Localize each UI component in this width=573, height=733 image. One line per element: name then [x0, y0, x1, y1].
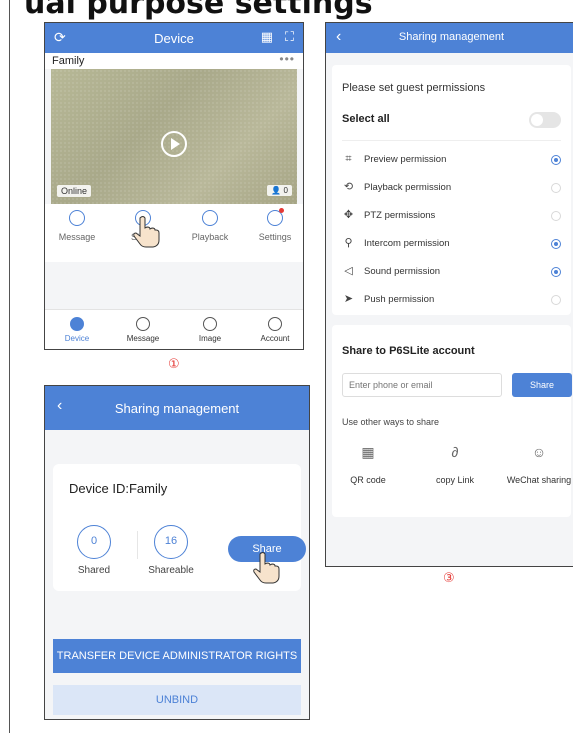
- account-tab-icon: [268, 317, 282, 331]
- wechat-label: WeChat sharing: [506, 475, 572, 485]
- grid-view-icon[interactable]: ▦: [261, 29, 273, 45]
- sharing-management-screen: ‹ Sharing management Device ID:Family 0 …: [44, 385, 310, 720]
- playback-action[interactable]: Playback: [180, 204, 240, 242]
- settings-action[interactable]: Settings: [245, 204, 303, 242]
- share-account-card: Share to P6SLite account Share Use other…: [332, 325, 573, 517]
- speaker-icon: ◁: [344, 265, 353, 277]
- permission-label: Push permission: [364, 294, 435, 305]
- permission-radio[interactable]: [551, 295, 561, 305]
- qr-code-label: QR code: [350, 475, 386, 485]
- tab-account-label: Account: [260, 334, 290, 343]
- device-share-card: Device ID:Family 0 Shared 16 Shareable S…: [53, 464, 306, 591]
- permissions-title: Please set guest permissions: [342, 82, 486, 94]
- tab-message-label: Message: [126, 334, 160, 343]
- device-tab-icon: [70, 317, 84, 331]
- margin-line: [9, 0, 10, 733]
- tab-account[interactable]: Account: [245, 310, 303, 343]
- tap-hand-icon: [253, 552, 280, 584]
- other-ways-label: Use other ways to share: [342, 417, 440, 427]
- permissions-screen: ‹ Sharing management Please set guest pe…: [325, 22, 573, 567]
- divider: [137, 531, 138, 559]
- transfer-admin-button[interactable]: TRANSFER DEVICE ADMINISTRATOR RIGHTS: [53, 639, 301, 673]
- copy-link-option[interactable]: ∂ copy Link: [420, 443, 490, 485]
- permission-radio[interactable]: [551, 211, 561, 221]
- permission-radio[interactable]: [551, 155, 561, 165]
- tab-device-label: Device: [64, 334, 90, 343]
- permission-label: Intercom permission: [364, 238, 450, 249]
- wechat-icon: ☺: [531, 444, 547, 460]
- tap-hand-icon: [133, 216, 160, 248]
- permission-radio[interactable]: [551, 183, 561, 193]
- image-tab-icon: [203, 317, 217, 331]
- camera-actions: Message Share Playback Settings: [45, 204, 303, 262]
- viewer-count-badge: 👤 0: [267, 185, 292, 196]
- preview-icon: ⌗: [345, 153, 352, 165]
- link-icon: ∂: [451, 444, 459, 460]
- select-all-toggle[interactable]: [529, 112, 561, 128]
- microphone-icon: ⚲: [344, 237, 353, 249]
- message-action-label: Message: [58, 232, 96, 242]
- playback-icon: [202, 210, 218, 226]
- tab-image[interactable]: Image: [180, 310, 240, 343]
- permission-label: Playback permission: [364, 182, 452, 193]
- sharing-topbar: ‹ Sharing management: [45, 386, 309, 430]
- qr-code-icon: ▦: [361, 444, 375, 460]
- permission-label: Sound permission: [364, 266, 441, 277]
- online-status-badge: Online: [57, 185, 92, 197]
- step-marker-1: ①: [168, 356, 180, 371]
- ptz-icon: ✥: [343, 209, 354, 221]
- shared-count: 0: [77, 525, 111, 559]
- send-icon: ➤: [343, 293, 354, 305]
- camera-name: Family: [52, 55, 85, 67]
- message-tab-icon: [136, 317, 150, 331]
- device-topbar: ⟳ Device ▦ ⛶: [45, 23, 303, 53]
- camera-preview[interactable]: Online 👤 0: [51, 69, 297, 204]
- device-id: Device ID:Family: [69, 481, 168, 496]
- wechat-option[interactable]: ☺ WeChat sharing: [504, 443, 573, 485]
- copy-link-label: copy Link: [435, 475, 475, 485]
- shareable-count: 16: [154, 525, 188, 559]
- shared-label: Shared: [77, 565, 111, 576]
- tab-message[interactable]: Message: [113, 310, 173, 343]
- page-heading: ual purpose settings: [24, 0, 373, 21]
- device-screen: ⟳ Device ▦ ⛶ Family ••• Online 👤 0 Messa…: [44, 22, 304, 350]
- bottom-tabbar: Device Message Image Account: [45, 309, 303, 349]
- viewer-count: 0: [283, 186, 288, 195]
- playback-icon: ⟲: [343, 181, 354, 193]
- permission-label: PTZ permissions: [364, 210, 436, 221]
- permission-row[interactable]: ⚲ Intercom permission: [342, 236, 561, 254]
- chat-bubble-icon: [69, 210, 85, 226]
- camera-name-bar: Family •••: [45, 51, 303, 69]
- permission-row[interactable]: ◁ Sound permission: [342, 264, 561, 282]
- shareable-label: Shareable: [148, 565, 194, 576]
- select-all-label: Select all: [342, 113, 390, 125]
- permission-row[interactable]: ⌗ Preview permission: [342, 152, 561, 170]
- playback-action-label: Playback: [191, 232, 229, 242]
- sharing-title: Sharing management: [114, 401, 240, 416]
- permission-radio[interactable]: [551, 267, 561, 277]
- step-marker-3: ③: [443, 570, 455, 585]
- tab-device[interactable]: Device: [47, 310, 107, 343]
- more-options-icon[interactable]: •••: [279, 51, 295, 67]
- qr-code-option[interactable]: ▦ QR code: [333, 443, 403, 485]
- account-share-button[interactable]: Share: [512, 373, 572, 397]
- share-to-title: Share to P6SLite account: [342, 345, 475, 357]
- permission-row[interactable]: ➤ Push permission: [342, 292, 561, 310]
- phone-email-input[interactable]: [342, 373, 502, 397]
- permission-label: Preview permission: [364, 154, 447, 165]
- permission-row[interactable]: ✥ PTZ permissions: [342, 208, 561, 226]
- fullscreen-icon[interactable]: ⛶: [285, 29, 294, 45]
- settings-action-label: Settings: [258, 232, 292, 242]
- permissions-card: Please set guest permissions Select all …: [332, 65, 571, 315]
- play-icon[interactable]: [161, 131, 187, 157]
- permissions-topbar: ‹ Sharing management: [326, 23, 573, 53]
- notification-dot: [279, 208, 284, 213]
- permission-row[interactable]: ⟲ Playback permission: [342, 180, 561, 198]
- tab-image-label: Image: [198, 334, 222, 343]
- permissions-screen-title: Sharing management: [398, 31, 505, 43]
- message-action[interactable]: Message: [47, 204, 107, 242]
- permission-radio[interactable]: [551, 239, 561, 249]
- unbind-button[interactable]: UNBIND: [53, 685, 301, 715]
- divider: [342, 140, 561, 141]
